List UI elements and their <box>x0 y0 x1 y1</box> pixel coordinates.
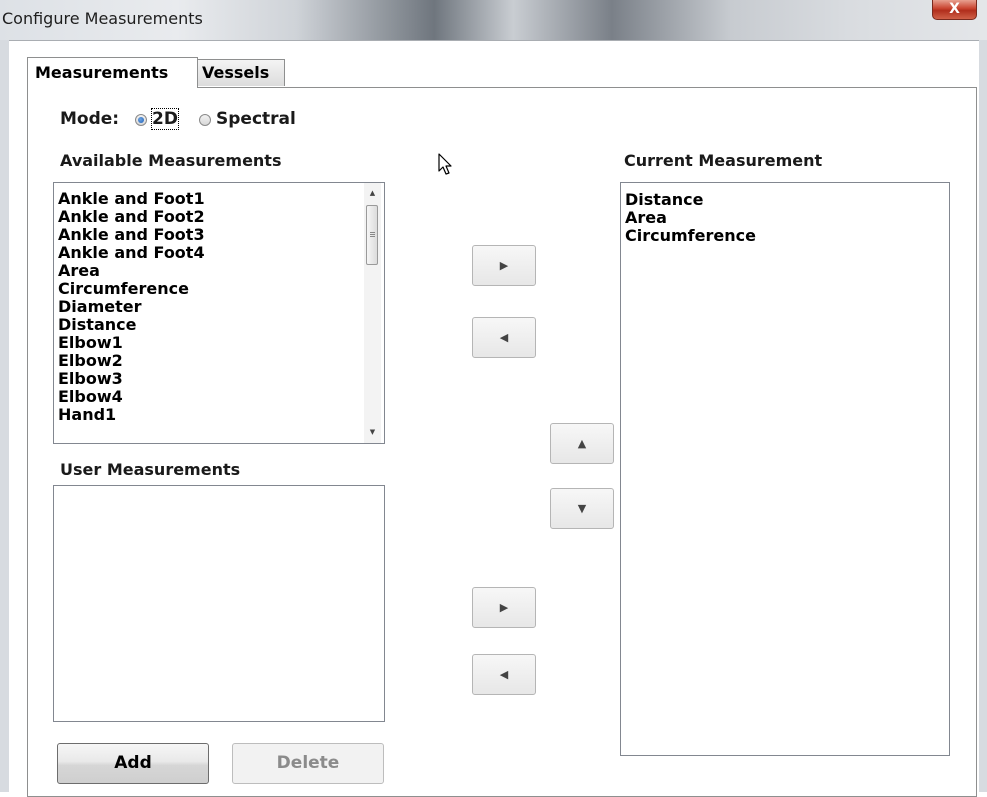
mode-2d-label[interactable]: 2D <box>151 108 179 130</box>
list-item[interactable]: Circumference <box>58 280 364 298</box>
delete-button[interactable]: Delete <box>232 743 384 784</box>
add-to-current-button[interactable]: ▶ <box>472 245 536 286</box>
scrollbar-grip-icon <box>370 232 375 233</box>
add-button[interactable]: Add <box>57 743 209 784</box>
right-arrow-icon: ▶ <box>499 601 509 614</box>
list-item[interactable]: Circumference <box>625 227 929 245</box>
list-item[interactable]: Ankle and Foot3 <box>58 226 364 244</box>
panel-content: Mode: 2D Spectral Available Measurements… <box>0 0 987 792</box>
scrollbar-thumb[interactable] <box>366 205 378 265</box>
list-item[interactable]: Elbow2 <box>58 352 364 370</box>
user-measurements-heading: User Measurements <box>60 460 241 479</box>
list-item[interactable]: Elbow1 <box>58 334 364 352</box>
current-measurement-heading: Current Measurement <box>624 151 823 170</box>
remove-user-from-current-button[interactable]: ◀ <box>472 654 536 695</box>
delete-button-label: Delete <box>276 753 340 773</box>
add-user-to-current-button[interactable]: ▶ <box>472 587 536 628</box>
list-item[interactable]: Distance <box>625 191 929 209</box>
left-arrow-icon: ◀ <box>499 331 509 344</box>
move-down-button[interactable]: ▼ <box>550 488 614 529</box>
remove-from-current-button[interactable]: ◀ <box>472 317 536 358</box>
move-up-button[interactable]: ▲ <box>550 423 614 464</box>
down-arrow-icon: ▼ <box>577 502 587 515</box>
mode-label: Mode: <box>60 109 120 129</box>
mode-2d-radio[interactable] <box>135 114 147 126</box>
scroll-up-icon[interactable]: ▲ <box>364 185 381 202</box>
user-measurements-list[interactable] <box>53 485 385 722</box>
up-arrow-icon: ▲ <box>577 437 587 450</box>
right-arrow-icon: ▶ <box>499 259 509 272</box>
available-measurements-list[interactable]: Ankle and Foot1 Ankle and Foot2 Ankle an… <box>53 182 385 444</box>
add-button-label: Add <box>114 753 152 773</box>
mode-spectral-radio[interactable] <box>199 114 211 126</box>
list-item[interactable]: Area <box>625 209 929 227</box>
list-item[interactable]: Diameter <box>58 298 364 316</box>
list-item[interactable]: Elbow3 <box>58 370 364 388</box>
list-item[interactable]: Area <box>58 262 364 280</box>
list-item[interactable]: Elbow4 <box>58 388 364 406</box>
mouse-cursor-icon <box>438 153 452 175</box>
list-item[interactable]: Ankle and Foot1 <box>58 190 364 208</box>
mode-spectral-label[interactable]: Spectral <box>216 109 296 129</box>
current-measurement-list[interactable]: Distance Area Circumference <box>620 182 950 756</box>
available-measurements-heading: Available Measurements <box>60 151 282 170</box>
scroll-down-icon[interactable]: ▼ <box>364 424 381 441</box>
available-list-scrollbar[interactable]: ▲ ▼ <box>364 183 381 443</box>
list-item[interactable]: Ankle and Foot2 <box>58 208 364 226</box>
list-item[interactable]: Ankle and Foot4 <box>58 244 364 262</box>
list-item[interactable]: Distance <box>58 316 364 334</box>
list-item[interactable]: Hand1 <box>58 406 364 424</box>
left-arrow-icon: ◀ <box>499 668 509 681</box>
